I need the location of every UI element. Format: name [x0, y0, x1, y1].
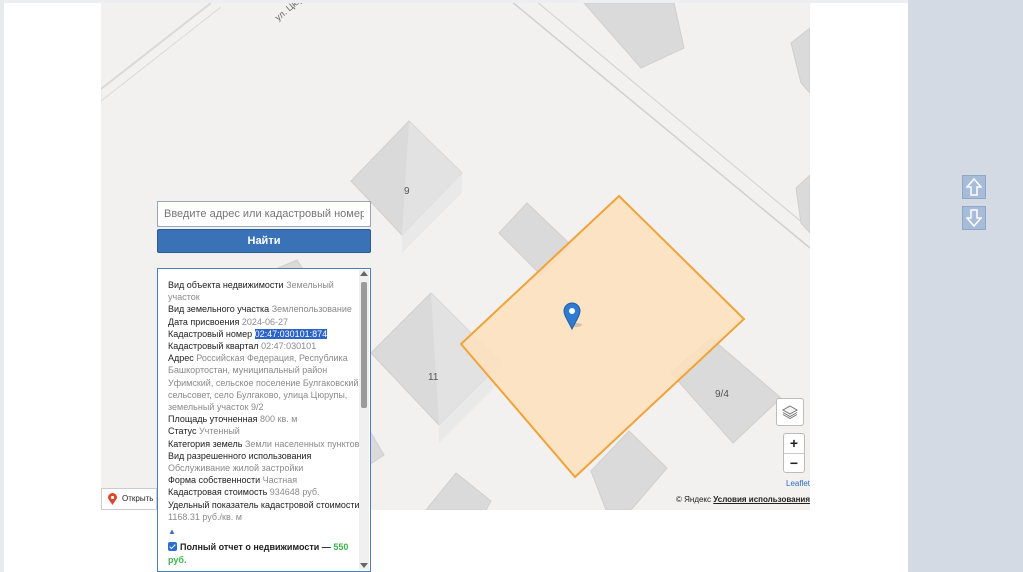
- info-row-object-type: Вид объекта недвижимости Земельный участ…: [168, 280, 334, 303]
- collapse-arrow-icon[interactable]: ▲: [168, 527, 176, 536]
- map-attribution: © Яндекс Условия использования: [676, 495, 810, 504]
- cadastral-number-selected[interactable]: 02:47:030101:874: [254, 328, 328, 339]
- building: [583, 3, 685, 69]
- zoom-out-button[interactable]: −: [784, 454, 804, 473]
- report-label: Полный отчет о недвижимости —: [180, 542, 331, 552]
- find-button[interactable]: Найти: [157, 229, 371, 253]
- map-pin-icon: [108, 493, 117, 505]
- scroll-up-arrow-icon[interactable]: [360, 271, 368, 276]
- scroll-down-arrow-icon[interactable]: [360, 563, 368, 568]
- leaflet-link[interactable]: Leaflet: [786, 479, 810, 488]
- house-number-label: 11: [428, 372, 439, 383]
- search-input[interactable]: [157, 201, 371, 227]
- building: [795, 174, 810, 234]
- arrow-down-icon: [966, 209, 982, 227]
- scrollbar-thumb[interactable]: [361, 282, 367, 408]
- building: [425, 472, 492, 510]
- info-row-specific-value: Удельный показатель кадастровой стоимост…: [168, 499, 360, 522]
- info-row-permitted-use: Вид разрешенного использования Обслужива…: [168, 450, 312, 474]
- road-line: [101, 3, 212, 90]
- road-line: [101, 6, 222, 102]
- info-row-address: Адрес Российская Федерация, Республика Б…: [168, 353, 359, 413]
- info-row-cadastral-quarter: Кадастровый квартал 02:47:030101: [168, 341, 317, 352]
- terms-link[interactable]: Условия использования: [713, 495, 810, 504]
- panel-scrollbar[interactable]: [359, 270, 369, 570]
- layers-button[interactable]: [776, 398, 804, 426]
- attribution-prefix: © Яндекс: [676, 495, 712, 504]
- property-info-body: Вид объекта недвижимости Земельный участ…: [168, 279, 360, 523]
- right-panel: [908, 0, 1023, 572]
- scroll-down-button[interactable]: [962, 206, 986, 230]
- layers-icon: [782, 405, 798, 419]
- building: [790, 27, 810, 94]
- checkbox-checked-icon[interactable]: [168, 542, 177, 551]
- house-number-label: 9: [404, 186, 410, 197]
- info-row-date: Дата присвоения 2024-06-27: [168, 316, 288, 327]
- zoom-in-button[interactable]: +: [784, 434, 804, 454]
- scroll-up-button[interactable]: [962, 175, 986, 199]
- info-row-cadastral-value: Кадастровая стоимость 934648 руб.: [168, 487, 320, 498]
- info-row-ownership: Форма собственности Частная: [168, 475, 298, 486]
- info-row-area: Площадь уточненная 800 кв. м: [168, 414, 298, 425]
- arrow-up-icon: [966, 178, 982, 196]
- info-row-land-type: Вид земельного участка Землепользование: [168, 304, 352, 315]
- info-row-category: Категория земель Земли населенных пункто…: [168, 438, 360, 449]
- info-row-status: Статус Учтенный: [168, 426, 240, 437]
- full-report-option[interactable]: Полный отчет о недвижимости — 550 руб.: [168, 541, 360, 567]
- open-in-yandex-button[interactable]: Открыть в: [101, 488, 157, 510]
- zoom-control: + −: [783, 433, 805, 473]
- open-in-label: Открыть в: [122, 494, 157, 503]
- info-row-cadastral-number: Кадастровый номер 02:47:030101:874: [168, 328, 328, 339]
- left-gutter: [0, 0, 4, 572]
- property-info-panel[interactable]: Вид объекта недвижимости Земельный участ…: [157, 268, 371, 572]
- house-number-label: 9/4: [715, 389, 729, 400]
